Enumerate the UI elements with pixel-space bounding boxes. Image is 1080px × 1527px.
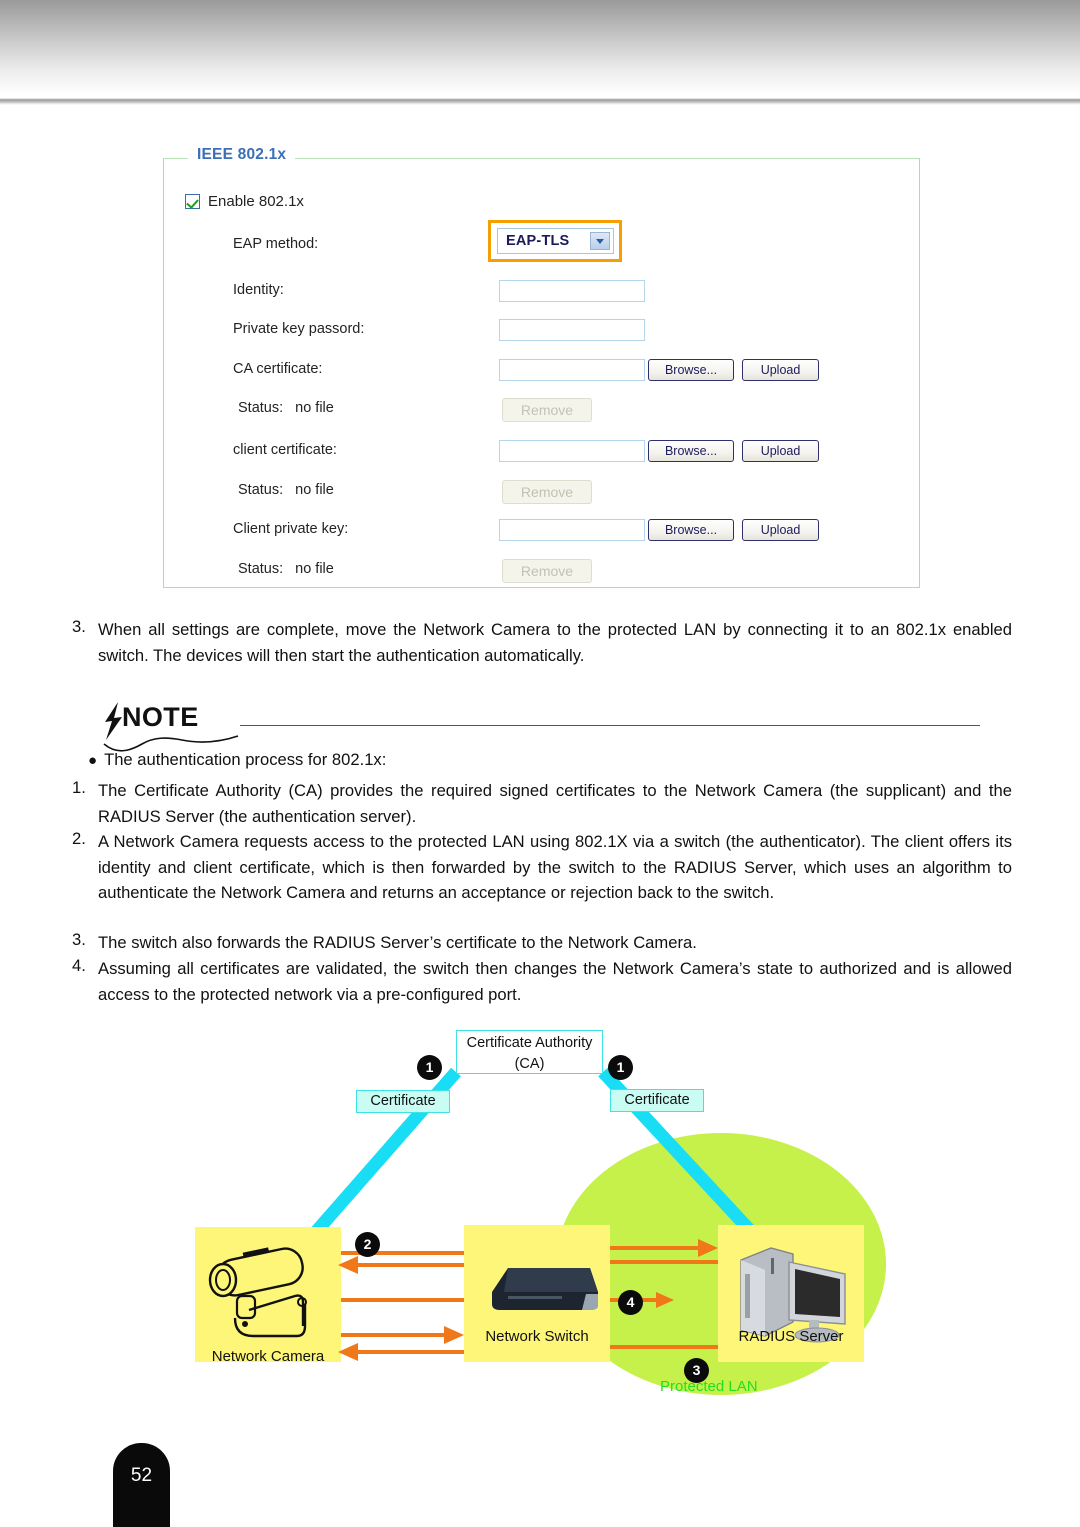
network-switch-label: Network Switch [485,1328,589,1345]
protected-lan-label: Protected LAN [660,1378,758,1395]
label-key-status: Status: no file [238,561,334,577]
note-bullet-line: ● The authentication process for 802.1x: [88,750,386,770]
key-status-label-text: Status: [238,561,284,577]
row-ca-status: Status: no file Remove [163,398,920,428]
badge-3: 3 [684,1358,709,1383]
row-identity: Identity: [163,280,920,310]
page-number-tab: 52 [113,1443,170,1527]
note-item-3-number: 3. [72,930,86,949]
note-item-4-number: 4. [72,956,86,975]
client-status-label-text: Status: [238,482,284,498]
client-certificate-browse-button[interactable]: Browse... [648,440,734,462]
certificate-authority-box: Certificate Authority (CA) [456,1030,603,1074]
label-identity: Identity: [233,282,284,298]
label-private-key-password: Private key passord: [233,321,365,337]
badge-1-right: 1 [608,1055,633,1080]
key-status-value: no file [295,561,334,577]
page-number: 52 [130,1465,153,1486]
label-ca-status: Status: no file [238,400,334,416]
chevron-down-icon[interactable] [590,232,610,250]
certificate-chip-right: Certificate [610,1089,704,1112]
label-client-status: Status: no file [238,482,334,498]
client-certificate-upload-button[interactable]: Upload [742,440,819,462]
step-3-item: 3. When all settings are complete, move … [72,617,1012,668]
note-item-4: 4. Assuming all certificates are validat… [72,956,1012,1007]
client-certificate-input[interactable] [499,440,645,462]
step-3-text: When all settings are complete, move the… [98,620,1012,665]
client-status-value: no file [295,482,334,498]
note-item-3: 3. The switch also forwards the RADIUS S… [72,930,1012,956]
ca-line-2: (CA) [514,1056,545,1072]
row-ca-certificate: CA certificate: Browse... Upload [163,359,920,389]
ca-certificate-input[interactable] [499,359,645,381]
ca-line-1: Certificate Authority [466,1035,593,1051]
network-camera-label: Network Camera [211,1348,325,1365]
enable-8021x-label: Enable 802.1x [208,193,304,210]
row-client-status: Status: no file Remove [163,480,920,510]
client-private-key-input[interactable] [499,519,645,541]
bullet-dot-icon: ● [88,752,98,769]
row-client-private-key-status: Status: no file Remove [163,559,920,589]
ca-status-label-text: Status: [238,400,284,416]
note-bullet-text: The authentication process for 802.1x: [104,750,387,769]
client-private-key-remove-button[interactable]: Remove [502,559,592,583]
row-private-key-password: Private key passord: [163,319,920,349]
enable-8021x-checkbox[interactable] [185,194,200,209]
ca-status-value: no file [295,400,334,416]
note-divider [240,725,980,726]
certificate-chip-left: Certificate [356,1090,450,1113]
label-eap-method: EAP method: [233,236,319,252]
panel-content: Enable 802.1x EAP method: EAP-TLS Identi… [163,158,920,588]
eap-method-value: EAP-TLS [506,233,570,249]
page-header-band [0,0,1080,98]
note-item-3-text: The switch also forwards the RADIUS Serv… [98,933,697,952]
ca-certificate-browse-button[interactable]: Browse... [648,359,734,381]
note-item-1-number: 1. [72,778,86,797]
enable-8021x-row[interactable]: Enable 802.1x [185,193,304,210]
badge-1-left: 1 [417,1055,442,1080]
client-private-key-browse-button[interactable]: Browse... [648,519,734,541]
note-squiggle-underline [103,735,239,752]
ca-certificate-upload-button[interactable]: Upload [742,359,819,381]
note-item-1-text: The Certificate Authority (CA) provides … [98,781,1012,826]
badge-2: 2 [355,1232,380,1257]
step-3-number: 3. [72,617,86,636]
network-camera-box [195,1227,341,1362]
note-item-2: 2. A Network Camera requests access to t… [72,829,1012,906]
label-client-certificate: client certificate: [233,442,337,458]
ca-certificate-remove-button[interactable]: Remove [502,398,592,422]
note-item-1: 1. The Certificate Authority (CA) provid… [72,778,1012,829]
note-item-4-text: Assuming all certificates are validated,… [98,959,1012,1004]
eap-method-select[interactable]: EAP-TLS [497,228,614,254]
note-header: NOTE [100,700,980,752]
page-header-rule [0,98,1080,105]
label-ca-certificate: CA certificate: [233,361,323,377]
radius-server-label: RADIUS Server [738,1328,844,1345]
row-client-certificate: client certificate: Browse... Upload [163,440,920,470]
client-certificate-remove-button[interactable]: Remove [502,480,592,504]
label-client-private-key: Client private key: [233,521,349,537]
row-client-private-key: Client private key: Browse... Upload [163,519,920,549]
note-heading: NOTE [122,702,199,732]
note-item-2-text: A Network Camera requests access to the … [98,832,1012,902]
client-private-key-upload-button[interactable]: Upload [742,519,819,541]
identity-input[interactable] [499,280,645,302]
badge-4: 4 [618,1290,643,1315]
note-item-2-number: 2. [72,829,86,848]
private-key-password-input[interactable] [499,319,645,341]
